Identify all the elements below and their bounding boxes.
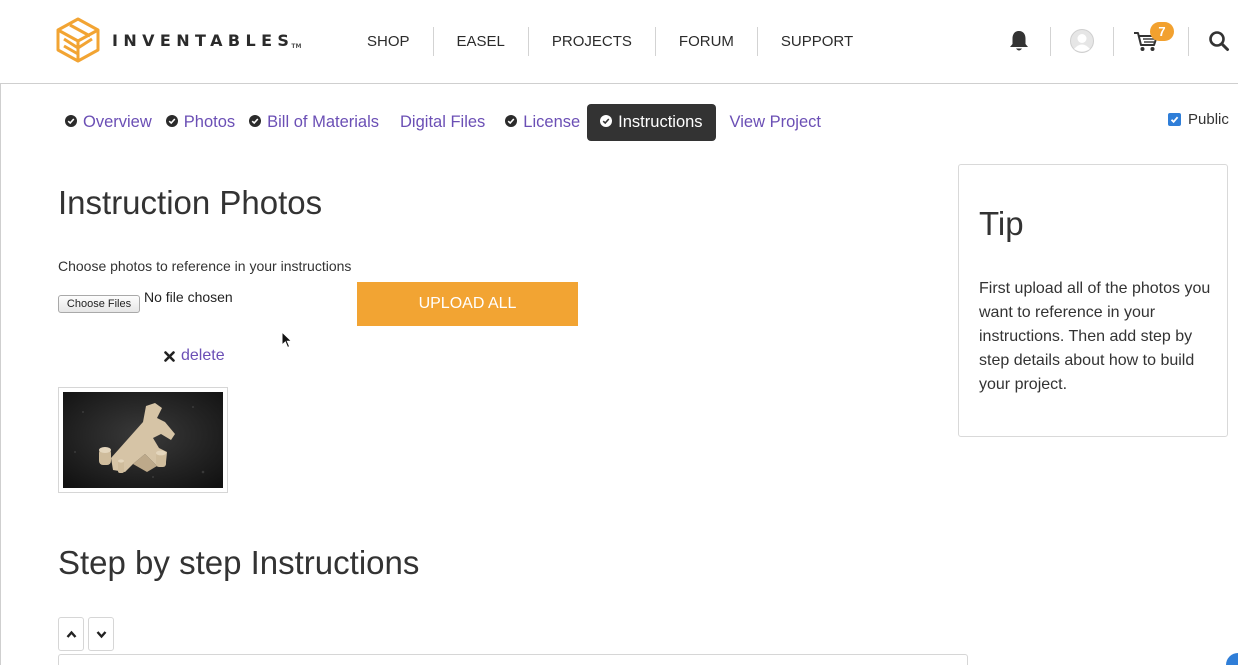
photos-subtitle: Choose photos to reference in your instr… — [58, 258, 352, 274]
nav-easel[interactable]: EASEL — [432, 27, 528, 56]
tab-license[interactable]: License — [498, 104, 587, 141]
cart-count-badge: 7 — [1150, 22, 1174, 41]
delete-label: delete — [181, 347, 225, 364]
step-instructions-heading: Step by step Instructions — [58, 544, 420, 581]
file-status-text: No file chosen — [144, 289, 233, 305]
header-separator — [1188, 27, 1189, 56]
public-label: Public — [1188, 111, 1229, 128]
bell-icon — [1010, 31, 1028, 51]
tip-panel: Tip First upload all of the photos you w… — [958, 164, 1228, 437]
tip-body: First upload all of the photos you want … — [979, 280, 1211, 393]
check-circle-icon — [600, 114, 613, 127]
tab-label: Overview — [83, 113, 152, 131]
header-separator — [1113, 27, 1114, 56]
tip-title: Tip — [979, 205, 1024, 242]
nav-support[interactable]: SUPPORT — [756, 27, 876, 56]
tab-view-project[interactable]: View Project — [723, 104, 828, 141]
close-icon — [164, 350, 175, 362]
project-tabs: Overview Photos Bill of Materials Digita… — [58, 104, 828, 141]
notifications-button[interactable] — [1006, 22, 1032, 60]
tab-label: Photos — [183, 113, 236, 131]
move-step-down-button[interactable] — [88, 617, 114, 651]
main-nav: SHOP EASEL PROJECTS FORUM SUPPORT — [344, 27, 876, 56]
chevron-down-icon — [96, 630, 106, 638]
header-separator — [1050, 27, 1051, 56]
nav-projects[interactable]: PROJECTS — [527, 27, 655, 56]
account-button[interactable] — [1068, 22, 1096, 60]
check-circle-icon — [165, 114, 178, 127]
step-editor-box[interactable] — [58, 654, 968, 665]
check-circle-icon — [65, 114, 77, 127]
site-header: INVENTABLESTM SHOP EASEL PROJECTS FORUM … — [0, 0, 1238, 84]
tab-instructions[interactable]: Instructions — [587, 104, 716, 141]
instruction-photos-heading: Instruction Photos — [58, 184, 323, 221]
move-step-up-button[interactable] — [58, 617, 84, 651]
mouse-cursor-icon — [281, 331, 293, 349]
tab-overview[interactable]: Overview — [58, 104, 159, 141]
delete-photo-link[interactable]: delete — [164, 347, 225, 365]
uploaded-photo-image — [63, 392, 223, 488]
chevron-up-icon — [66, 630, 76, 638]
public-toggle[interactable]: Public — [1168, 111, 1229, 128]
public-checkbox[interactable] — [1168, 113, 1181, 126]
inventables-cube-icon — [56, 17, 100, 63]
upload-all-button[interactable]: UPLOAD ALL — [357, 282, 578, 326]
nav-forum[interactable]: FORUM — [654, 27, 757, 56]
tab-label: Digital Files — [400, 113, 486, 131]
tab-label: License — [523, 113, 581, 131]
page-left-border — [0, 84, 1, 665]
logo-trademark: TM — [291, 42, 302, 50]
tab-label: Instructions — [618, 113, 703, 131]
tab-photos[interactable]: Photos — [159, 104, 242, 141]
logo-text: INVENTABLESTM — [112, 30, 302, 50]
help-widget-button[interactable] — [1226, 653, 1238, 665]
tab-label: View Project — [729, 113, 821, 131]
tab-bill-of-materials[interactable]: Bill of Materials — [242, 104, 386, 141]
logo-link[interactable]: INVENTABLESTM — [56, 17, 301, 63]
nav-shop[interactable]: SHOP — [344, 27, 433, 56]
search-icon — [1209, 31, 1229, 51]
choose-files-button[interactable]: Choose Files — [58, 295, 140, 313]
check-circle-icon — [505, 114, 518, 127]
tab-digital-files[interactable]: Digital Files — [393, 104, 492, 141]
user-avatar-icon — [1070, 29, 1094, 53]
tab-label: Bill of Materials — [267, 113, 380, 131]
search-button[interactable] — [1206, 22, 1232, 60]
check-circle-icon — [249, 114, 262, 127]
photo-thumbnail[interactable] — [58, 387, 228, 493]
